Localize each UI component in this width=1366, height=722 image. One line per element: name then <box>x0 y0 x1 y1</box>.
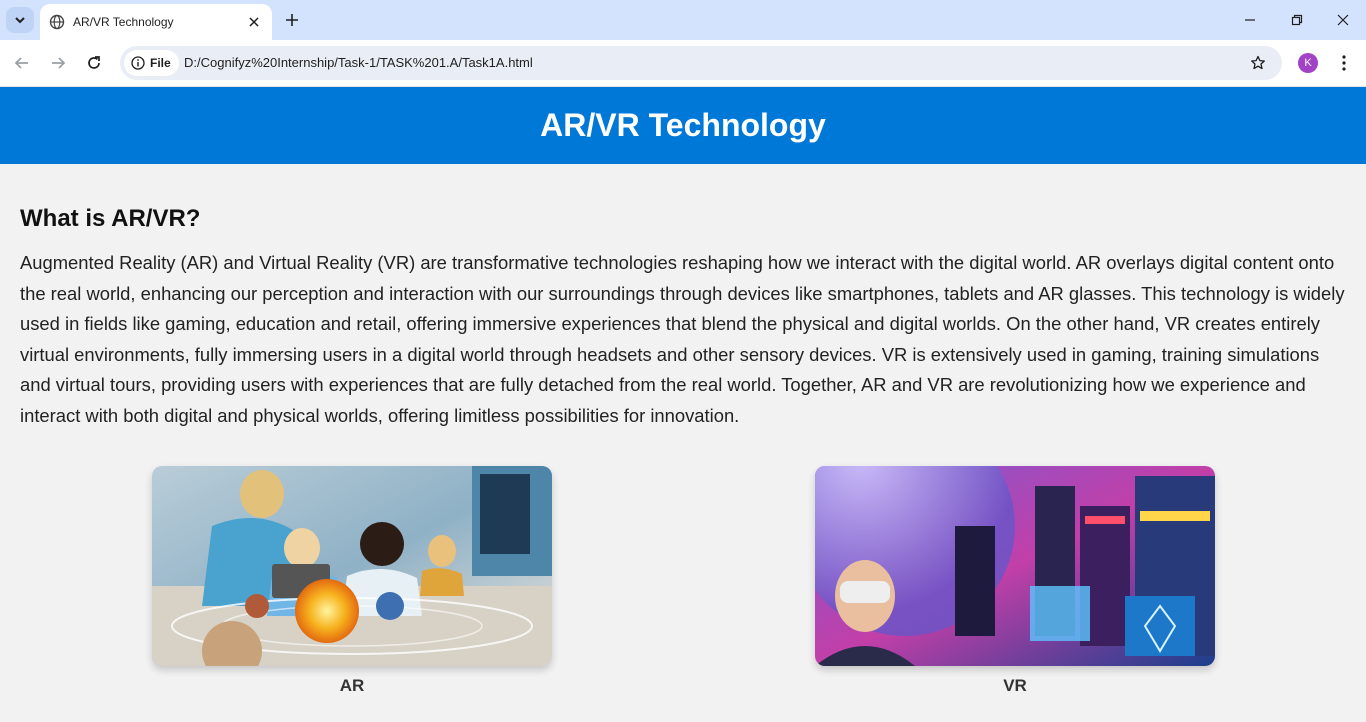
arrow-left-icon <box>14 57 28 69</box>
vr-figure: VR <box>815 466 1215 696</box>
active-tab[interactable]: AR/VR Technology <box>40 4 272 40</box>
page-title: AR/VR Technology <box>540 107 826 143</box>
profile-avatar[interactable]: K <box>1298 53 1318 73</box>
forward-button[interactable] <box>45 50 71 76</box>
ar-image <box>152 466 552 666</box>
reload-icon <box>88 56 100 69</box>
image-gallery: AR VR <box>0 466 1366 706</box>
close-window-button[interactable] <box>1320 0 1366 40</box>
vr-caption: VR <box>1003 676 1027 695</box>
ar-caption: AR <box>339 676 365 695</box>
more-vertical-icon <box>1342 55 1346 71</box>
reload-button[interactable] <box>81 50 107 76</box>
chevron-down-icon <box>15 17 25 24</box>
browser-menu-button[interactable] <box>1334 51 1354 75</box>
intro-paragraph: Augmented Reality (AR) and Virtual Reali… <box>20 252 1345 426</box>
chip-label: File <box>150 56 171 70</box>
new-tab-button[interactable] <box>281 9 303 31</box>
restore-icon <box>1291 14 1303 26</box>
restore-button[interactable] <box>1274 0 1320 40</box>
close-tab-icon[interactable] <box>246 14 262 30</box>
tab-strip: AR/VR Technology <box>0 0 1366 40</box>
url-text[interactable]: D:/Cognifyz%20Internship/Task-1/TASK%201… <box>184 55 533 70</box>
ar-figure: AR <box>152 466 552 696</box>
tab-search-button[interactable] <box>6 7 34 33</box>
page-header: AR/VR Technology <box>0 87 1366 164</box>
address-bar[interactable]: File D:/Cognifyz%20Internship/Task-1/TAS… <box>120 46 1282 80</box>
tab-title: AR/VR Technology <box>73 15 174 29</box>
minimize-button[interactable] <box>1227 0 1273 40</box>
vr-image <box>815 466 1215 666</box>
minimize-icon <box>1245 19 1255 21</box>
site-info-chip[interactable]: File <box>124 50 179 76</box>
close-icon <box>1337 14 1349 26</box>
browser-toolbar: File D:/Cognifyz%20Internship/Task-1/TAS… <box>0 40 1366 87</box>
plus-icon <box>286 14 298 26</box>
main-content: What is AR/VR? Augmented Reality (AR) an… <box>0 164 1366 432</box>
globe-icon <box>49 14 65 30</box>
bookmark-button[interactable] <box>1248 53 1268 73</box>
star-icon <box>1251 55 1265 70</box>
back-button[interactable] <box>9 50 35 76</box>
arrow-right-icon <box>52 57 66 69</box>
info-icon <box>131 56 145 70</box>
section-heading: What is AR/VR? <box>20 205 201 232</box>
